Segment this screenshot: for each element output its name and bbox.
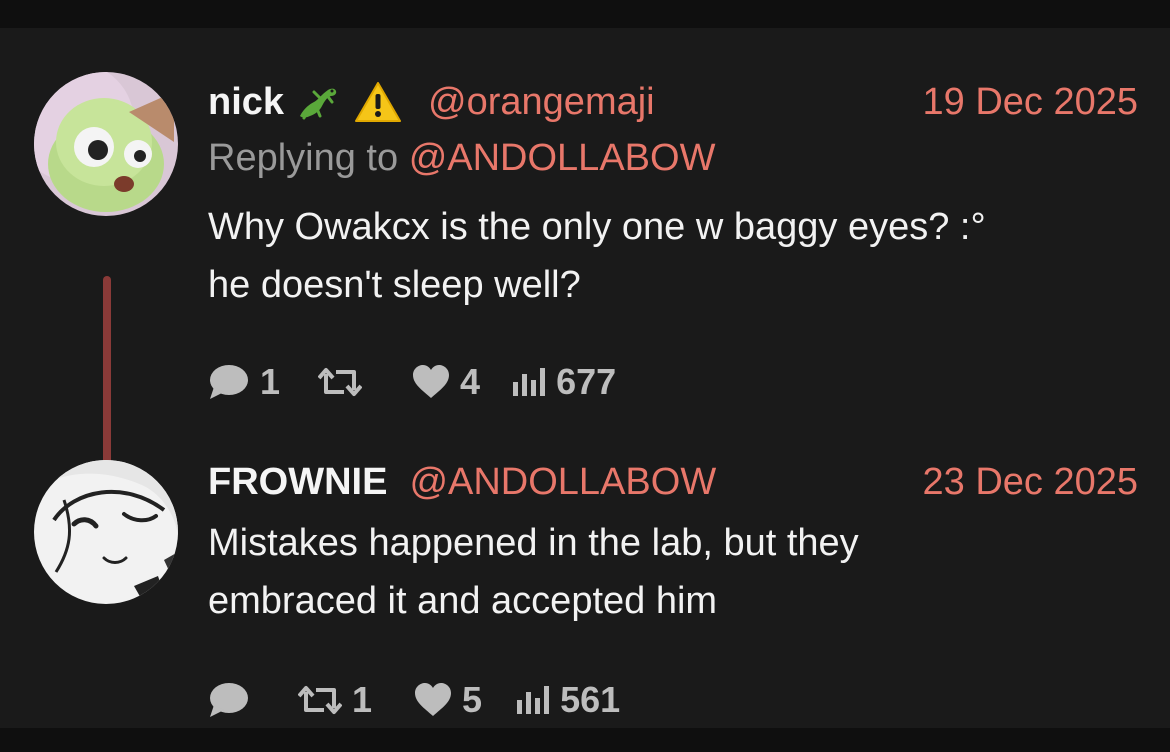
like-button[interactable]: 5 — [414, 679, 482, 721]
post-header: nick @orangemaji 19 Dec 2025 — [208, 72, 1138, 132]
repost-count: 1 — [352, 679, 373, 720]
replying-prefix: Replying to — [208, 137, 399, 179]
repost-icon — [298, 682, 342, 718]
avatar[interactable] — [34, 460, 178, 604]
like-button[interactable]: 4 — [412, 361, 480, 403]
post-text-line: Why Owakcx is the only one w baggy eyes?… — [208, 206, 986, 248]
post-date[interactable]: 19 Dec 2025 — [923, 72, 1139, 132]
post-header: FROWNIE @ANDOLLABOW 23 Dec 2025 — [208, 452, 1138, 512]
lizard-icon — [294, 82, 338, 122]
repost-button[interactable] — [318, 364, 372, 400]
reply-button[interactable] — [208, 681, 260, 719]
analytics-icon — [512, 366, 546, 398]
repost-icon — [318, 364, 363, 400]
view-count: 677 — [556, 361, 617, 402]
warning-icon — [354, 81, 402, 123]
post-text-line: Mistakes happened in the lab, but they — [208, 522, 859, 564]
views-button[interactable]: 677 — [512, 361, 616, 403]
comment-icon — [208, 363, 250, 401]
replying-handle[interactable]: @ANDOLLABOW — [409, 137, 716, 179]
action-bar: 1 4 677 — [208, 358, 616, 406]
avatar[interactable] — [34, 72, 178, 216]
heart-icon — [414, 683, 452, 717]
view-count: 561 — [560, 679, 621, 720]
heart-icon — [412, 365, 450, 399]
user-handle[interactable]: @orangemaji — [428, 72, 655, 132]
action-bar: 1 5 561 — [208, 676, 620, 724]
post-date[interactable]: 23 Dec 2025 — [923, 452, 1139, 512]
thread-card: nick @orangemaji 19 Dec 2025 Replying to — [0, 28, 1170, 728]
post-text-line: he doesn't sleep well? — [208, 264, 581, 306]
like-count: 4 — [460, 361, 481, 402]
reply-button[interactable]: 1 — [208, 361, 280, 403]
comment-icon — [208, 681, 250, 719]
user-handle[interactable]: @ANDOLLABOW — [409, 452, 716, 512]
display-name[interactable]: nick — [208, 72, 284, 132]
like-count: 5 — [462, 679, 483, 720]
repost-button[interactable]: 1 — [298, 679, 372, 721]
post-text: Why Owakcx is the only one w baggy eyes?… — [208, 198, 1148, 314]
post-text-line: embraced it and accepted him — [208, 580, 718, 622]
reply-count: 1 — [260, 361, 281, 402]
views-button[interactable]: 561 — [516, 679, 620, 721]
replying-to: Replying to @ANDOLLABOW — [208, 128, 715, 188]
analytics-icon — [516, 684, 550, 716]
post-text: Mistakes happened in the lab, but they e… — [208, 514, 1148, 630]
thread-connector — [103, 276, 111, 482]
display-name[interactable]: FROWNIE — [208, 452, 387, 512]
